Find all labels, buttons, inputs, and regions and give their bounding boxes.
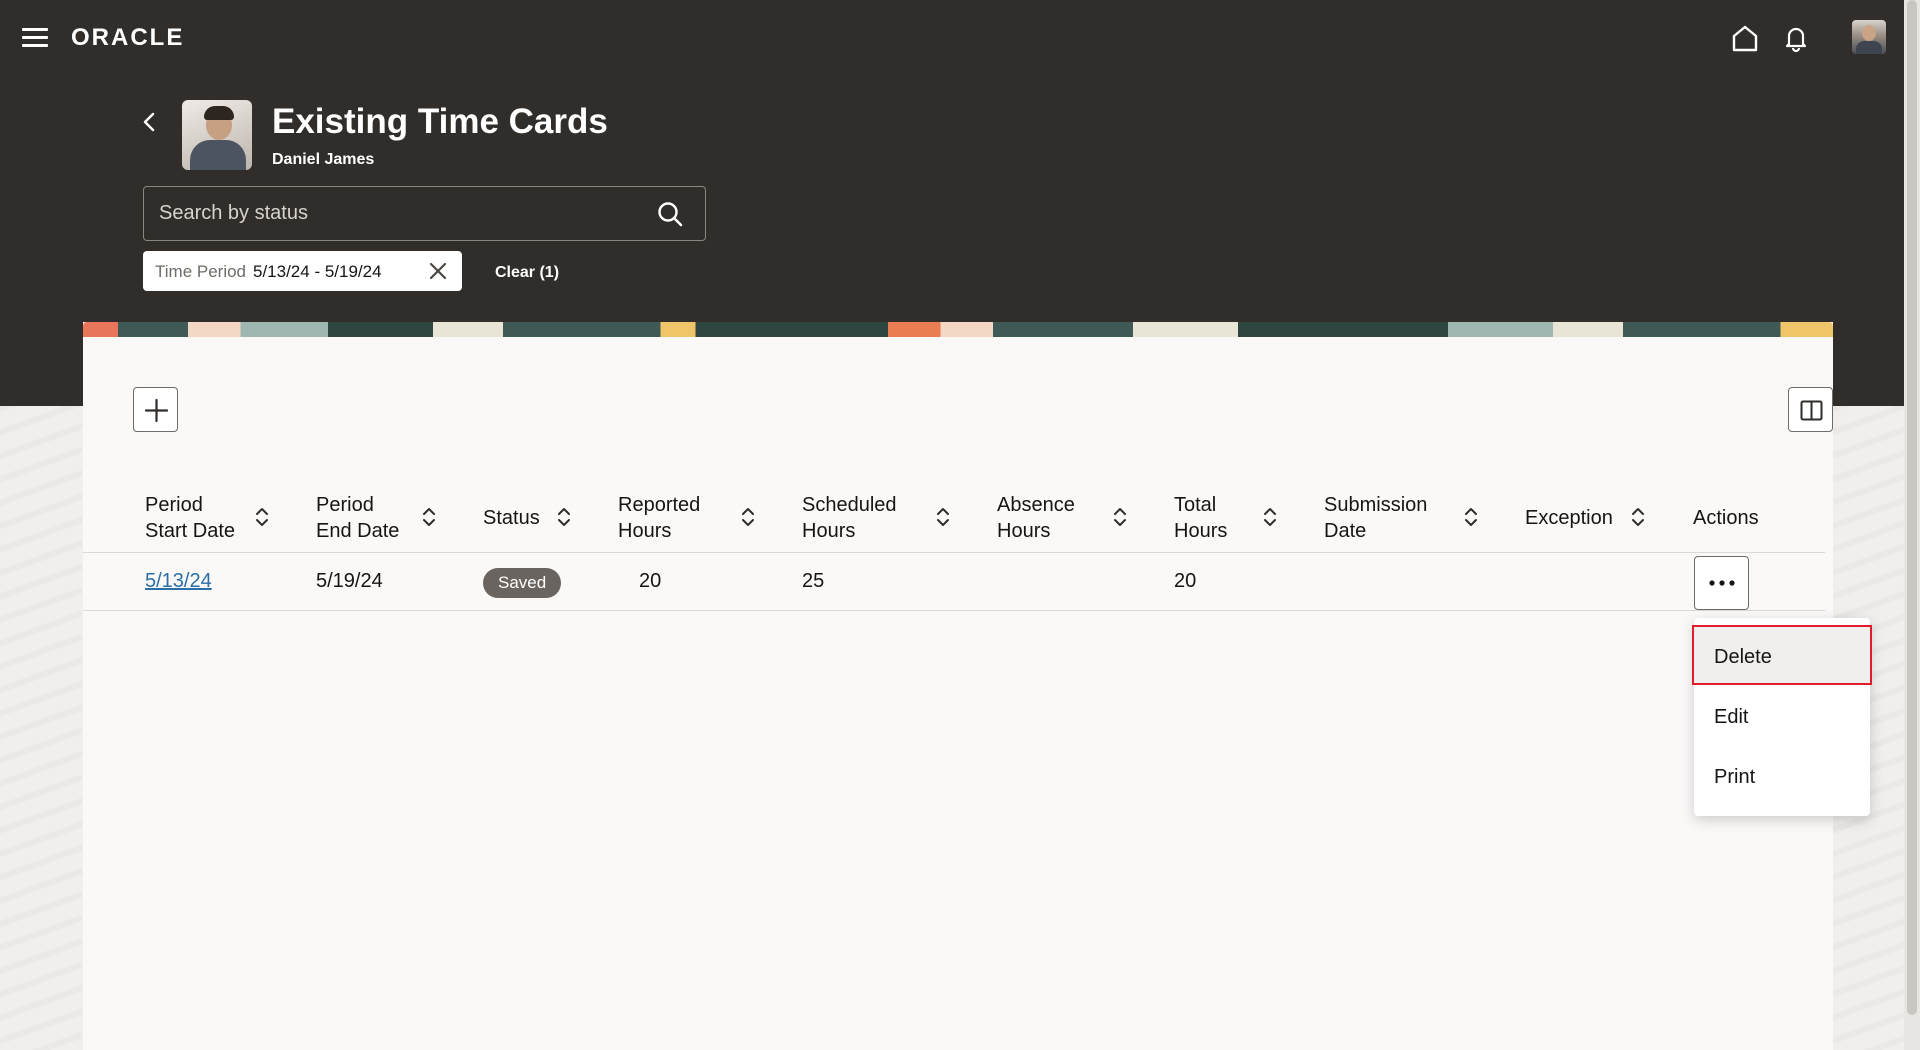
menu-item-print[interactable]: Print: [1694, 747, 1870, 807]
plus-icon: [144, 398, 169, 423]
clear-filters-link[interactable]: Clear (1): [495, 264, 559, 282]
column-view-toggle-button[interactable]: [1788, 387, 1833, 432]
background-pattern-left: [0, 406, 82, 1050]
sort-icon[interactable]: [422, 506, 436, 528]
page-title: Existing Time Cards: [272, 102, 608, 141]
search-input[interactable]: [159, 187, 639, 240]
period-end-date-cell: 5/19/24: [316, 570, 383, 592]
page-scrollbar[interactable]: [1904, 0, 1920, 1050]
filter-chip-value: 5/13/24 - 5/19/24: [253, 262, 382, 281]
notifications-bell-icon[interactable]: [1780, 22, 1812, 54]
employee-name: Daniel James: [272, 151, 375, 168]
time-cards-panel: Period Start Date Period End Date Status R…: [83, 322, 1833, 1050]
employee-photo: [182, 100, 252, 170]
search-field[interactable]: [143, 186, 706, 241]
sort-icon[interactable]: [557, 506, 571, 528]
sort-icon[interactable]: [1113, 506, 1127, 528]
more-options-icon: [1709, 580, 1735, 586]
reported-hours-cell: 20: [639, 570, 662, 592]
column-header-exception[interactable]: Exception: [1525, 505, 1613, 531]
scrollbar-thumb[interactable]: [1907, 0, 1917, 1015]
column-header-actions: Actions: [1693, 507, 1759, 529]
oracle-logo: ORACLE: [71, 24, 185, 51]
column-header-status[interactable]: Status: [483, 505, 540, 531]
sort-icon[interactable]: [936, 506, 950, 528]
status-badge: Saved: [483, 568, 562, 598]
scheduled-hours-cell: 25: [802, 570, 825, 592]
sort-icon[interactable]: [255, 506, 269, 528]
table-row-divider: [83, 610, 1825, 611]
decorative-banner: [83, 322, 1833, 337]
column-header-reported-hours[interactable]: Reported Hours: [618, 492, 700, 544]
add-time-card-button[interactable]: [133, 387, 178, 432]
column-header-scheduled-hours[interactable]: Scheduled Hours: [802, 492, 897, 544]
column-header-absence-hours[interactable]: Absence Hours: [997, 492, 1075, 544]
column-header-period-end-date[interactable]: Period End Date: [316, 492, 399, 544]
split-panel-icon: [1800, 400, 1823, 421]
home-icon[interactable]: [1729, 22, 1761, 54]
search-icon[interactable]: [656, 200, 684, 228]
filter-chip-label: Time Period: [155, 262, 247, 281]
row-actions-menu: Delete Edit Print: [1692, 618, 1872, 816]
column-header-submission-date[interactable]: Submission Date: [1324, 492, 1427, 544]
column-header-period-start-date[interactable]: Period Start Date: [145, 492, 235, 544]
menu-icon[interactable]: [22, 28, 48, 48]
user-avatar[interactable]: [1852, 20, 1886, 54]
column-header-total-hours[interactable]: Total Hours: [1174, 492, 1227, 544]
back-chevron-icon[interactable]: [138, 108, 162, 136]
total-hours-cell: 20: [1174, 570, 1197, 592]
period-start-date-link[interactable]: 5/13/24: [145, 570, 212, 593]
sort-icon[interactable]: [1631, 506, 1645, 528]
menu-item-edit[interactable]: Edit: [1694, 687, 1870, 747]
row-actions-button[interactable]: [1694, 556, 1749, 610]
remove-filter-close-icon[interactable]: [426, 259, 450, 283]
sort-icon[interactable]: [1464, 506, 1478, 528]
sort-icon[interactable]: [1263, 506, 1277, 528]
time-period-filter-chip[interactable]: Time Period 5/13/24 - 5/19/24: [143, 251, 462, 291]
menu-item-delete[interactable]: Delete: [1692, 625, 1872, 685]
sort-icon[interactable]: [741, 506, 755, 528]
table-header-divider: [83, 552, 1825, 553]
